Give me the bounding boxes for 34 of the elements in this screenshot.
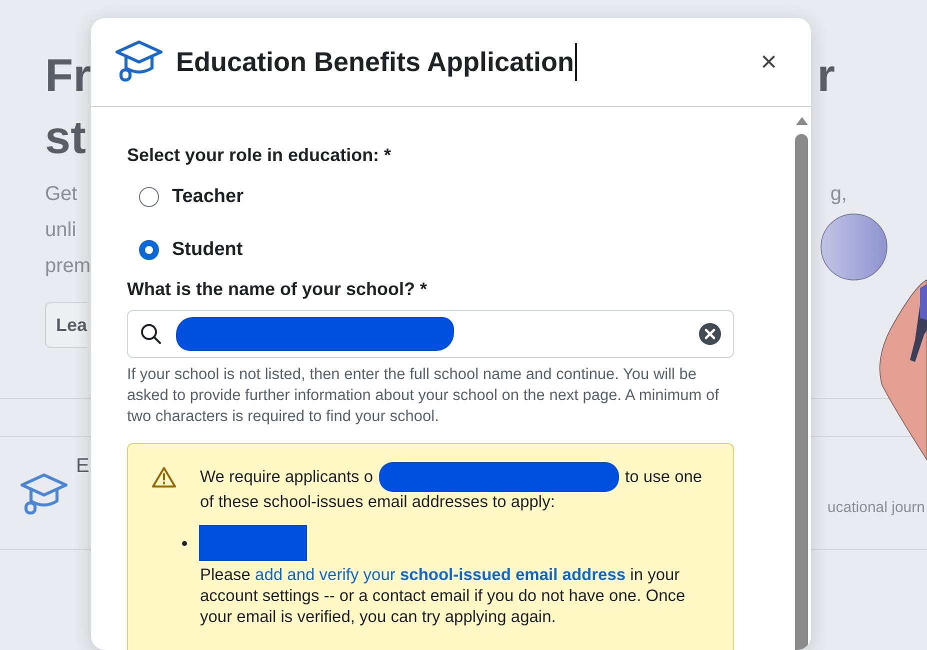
dialog-title: Education Benefits Application <box>176 46 574 78</box>
bullet-icon <box>182 540 187 546</box>
close-button[interactable]: × <box>756 46 781 78</box>
graduation-cap-icon <box>20 471 68 515</box>
notice-text: of these school-issues email addresses to apply: <box>200 492 556 513</box>
radio-button[interactable] <box>139 240 159 260</box>
radio-label: Student <box>172 239 243 261</box>
warning-icon <box>152 466 176 488</box>
radio-button[interactable] <box>139 187 159 207</box>
verify-email-link[interactable]: add and verify your school-issued email address <box>255 566 626 584</box>
scroll-up-icon[interactable] <box>794 116 808 126</box>
notice-text: We require applicants o <box>200 466 374 488</box>
feature-title: E <box>76 455 90 478</box>
feature-text: ucational journ <box>827 499 926 516</box>
intro-text: prem <box>45 254 91 279</box>
learn-button[interactable]: Lea <box>45 302 88 348</box>
search-icon <box>140 323 162 345</box>
radio-label: Teacher <box>172 186 244 208</box>
intro-text: unli <box>45 218 76 243</box>
graduation-cap-icon <box>115 38 163 82</box>
scrollbar-thumb[interactable] <box>795 134 808 650</box>
school-search-field[interactable] <box>127 310 734 358</box>
page-heading: st <box>45 110 86 165</box>
intro-text: g, <box>830 182 847 207</box>
page-heading: r <box>817 48 835 103</box>
school-question: What is the name of your school? * <box>127 279 428 300</box>
school-hint: If your school is not listed, then enter the full school name and continue. You will be asked to provide further information about your school on the next page. A minimum of two characters is required to find your school. <box>127 365 720 427</box>
clear-icon[interactable] <box>698 322 722 346</box>
intro-text: Get <box>45 182 78 207</box>
notice-message: Please add and verify your school-issued email address in your account settings -- or a contact email if you do not have one. Once your email is verified, you can try applying again. <box>200 565 686 628</box>
notice-text: to use one <box>625 466 702 488</box>
role-question: Select your role in education: * <box>127 145 392 166</box>
page-heading: Fr <box>45 48 91 103</box>
text-cursor <box>575 43 578 81</box>
